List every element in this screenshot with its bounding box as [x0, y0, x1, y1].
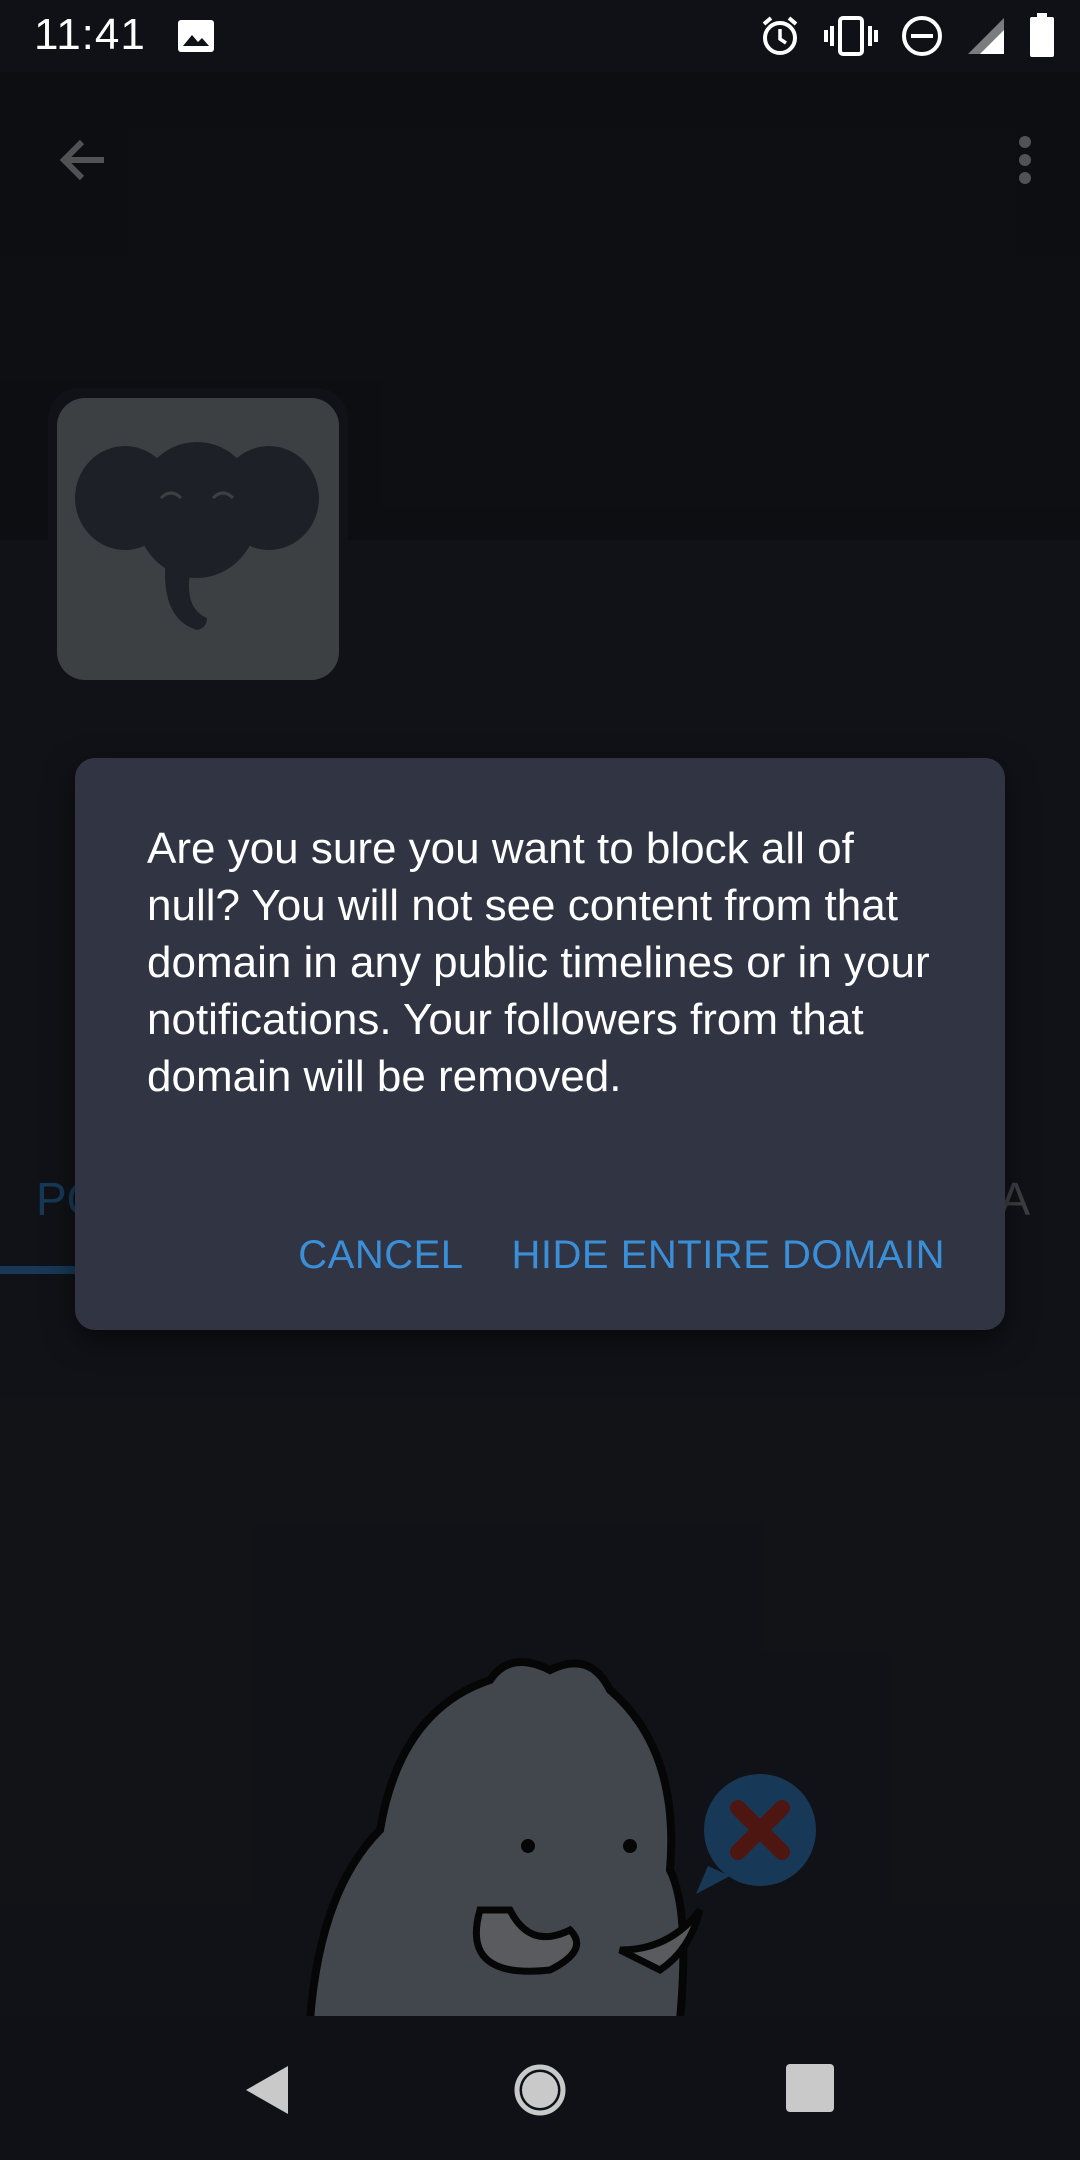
nav-home-button[interactable] — [512, 2062, 568, 2118]
dialog-message: Are you sure you want to block all of nu… — [147, 824, 930, 1101]
signal-icon — [966, 16, 1006, 56]
cancel-button[interactable]: CANCEL — [298, 1233, 463, 1278]
nav-back-icon — [240, 2062, 296, 2118]
nav-back-button[interactable] — [240, 2062, 296, 2118]
nav-recents-icon[interactable] — [786, 2064, 834, 2112]
dialog-actions: CANCEL HIDE ENTIRE DOMAIN — [298, 1220, 945, 1290]
nav-home-icon — [512, 2062, 568, 2118]
status-time: 11:41 — [34, 10, 146, 59]
vibrate-icon — [824, 14, 878, 58]
image-icon — [176, 16, 216, 56]
dnd-icon — [900, 14, 944, 58]
alarm-icon — [758, 14, 802, 58]
status-bar: 11:41 — [0, 0, 1080, 72]
block-domain-dialog: Are you sure you want to block all of nu… — [75, 758, 1005, 1330]
hide-entire-domain-button[interactable]: HIDE ENTIRE DOMAIN — [512, 1233, 945, 1278]
battery-icon — [1028, 13, 1056, 59]
